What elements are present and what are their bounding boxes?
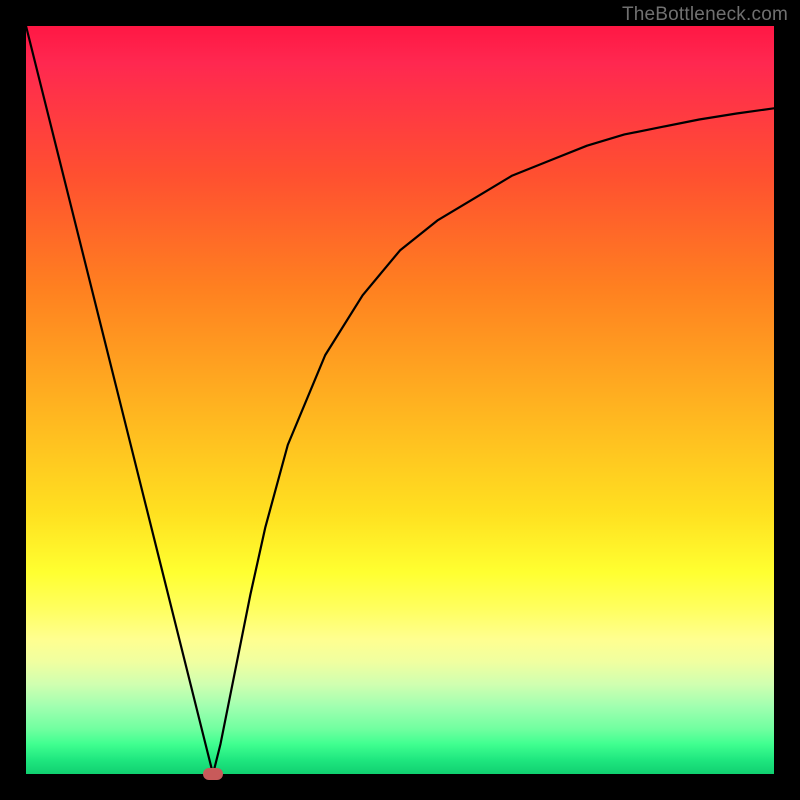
chart-plot-area xyxy=(26,26,774,774)
optimal-point-marker xyxy=(203,768,223,780)
watermark-text: TheBottleneck.com xyxy=(622,4,788,26)
bottleneck-curve xyxy=(26,26,774,774)
